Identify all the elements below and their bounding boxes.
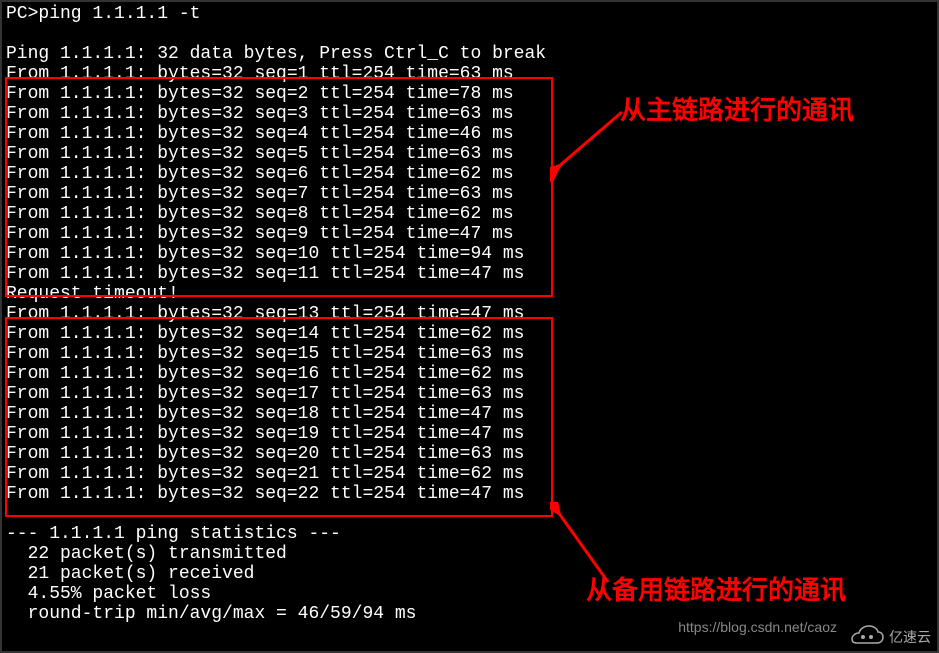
- watermark-url: https://blog.csdn.net/caoz: [678, 617, 837, 637]
- watermark-logo: 亿速云: [849, 625, 931, 649]
- ping-reply: From 1.1.1.1: bytes=32 seq=10 ttl=254 ti…: [6, 244, 933, 264]
- ping-header: Ping 1.1.1.1: 32 data bytes, Press Ctrl_…: [6, 44, 933, 64]
- ping-reply: From 1.1.1.1: bytes=32 seq=22 ttl=254 ti…: [6, 484, 933, 504]
- watermark-brand: 亿速云: [889, 627, 931, 647]
- cloud-icon: [849, 625, 885, 649]
- ping-reply: From 1.1.1.1: bytes=32 seq=11 ttl=254 ti…: [6, 264, 933, 284]
- ping-reply: From 1.1.1.1: bytes=32 seq=18 ttl=254 ti…: [6, 404, 933, 424]
- prompt-line: PC>ping 1.1.1.1 -t: [6, 4, 933, 24]
- ping-reply: From 1.1.1.1: bytes=32 seq=14 ttl=254 ti…: [6, 324, 933, 344]
- stats-line: 22 packet(s) transmitted: [6, 544, 933, 564]
- ping-reply: From 1.1.1.1: bytes=32 seq=17 ttl=254 ti…: [6, 384, 933, 404]
- ping-reply: From 1.1.1.1: bytes=32 seq=20 ttl=254 ti…: [6, 444, 933, 464]
- ping-reply: From 1.1.1.1: bytes=32 seq=4 ttl=254 tim…: [6, 124, 933, 144]
- ping-reply: From 1.1.1.1: bytes=32 seq=16 ttl=254 ti…: [6, 364, 933, 384]
- ping-reply: From 1.1.1.1: bytes=32 seq=7 ttl=254 tim…: [6, 184, 933, 204]
- ping-reply: From 1.1.1.1: bytes=32 seq=15 ttl=254 ti…: [6, 344, 933, 364]
- ping-reply: From 1.1.1.1: bytes=32 seq=8 ttl=254 tim…: [6, 204, 933, 224]
- blank-line: [6, 504, 933, 524]
- annotation-primary-link: 从主链路进行的通讯: [620, 95, 854, 126]
- ping-reply: From 1.1.1.1: bytes=32 seq=1 ttl=254 tim…: [6, 64, 933, 84]
- blank-line: [6, 24, 933, 44]
- ping-reply: From 1.1.1.1: bytes=32 seq=13 ttl=254 ti…: [6, 304, 933, 324]
- ping-reply: From 1.1.1.1: bytes=32 seq=19 ttl=254 ti…: [6, 424, 933, 444]
- ping-reply: From 1.1.1.1: bytes=32 seq=6 ttl=254 tim…: [6, 164, 933, 184]
- timeout-line: Request timeout!: [6, 284, 933, 304]
- ping-reply: From 1.1.1.1: bytes=32 seq=5 ttl=254 tim…: [6, 144, 933, 164]
- ping-reply: From 1.1.1.1: bytes=32 seq=9 ttl=254 tim…: [6, 224, 933, 244]
- annotation-backup-link: 从备用链路进行的通讯: [586, 575, 846, 606]
- ping-reply: From 1.1.1.1: bytes=32 seq=21 ttl=254 ti…: [6, 464, 933, 484]
- stats-header: --- 1.1.1.1 ping statistics ---: [6, 524, 933, 544]
